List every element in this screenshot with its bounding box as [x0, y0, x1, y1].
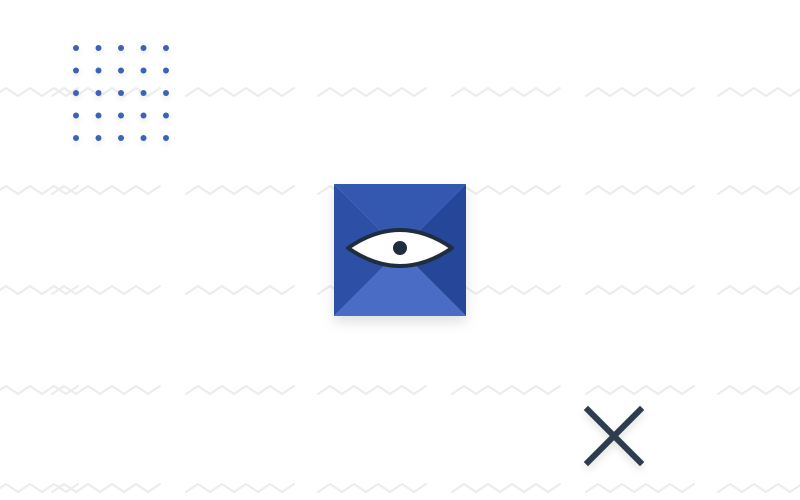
zigzag-stroke	[451, 185, 561, 195]
zigzag-stroke	[185, 185, 295, 195]
zigzag-stroke	[585, 185, 695, 195]
zigzag-stroke	[717, 285, 800, 295]
zigzag-stroke	[717, 87, 800, 97]
grid-dot	[118, 112, 124, 119]
grid-dot	[163, 135, 169, 141]
zigzag-stroke	[317, 87, 427, 97]
splash-canvas	[0, 0, 800, 500]
zigzag-stroke	[717, 385, 800, 395]
grid-dot	[140, 90, 147, 96]
zigzag-stroke	[717, 483, 800, 493]
grid-dot	[95, 90, 102, 96]
zigzag-stroke	[585, 483, 695, 493]
zigzag-stroke	[317, 385, 427, 395]
grid-dot	[140, 112, 147, 119]
zigzag-stroke	[451, 285, 561, 295]
grid-dot	[163, 45, 169, 51]
grid-dot	[73, 67, 79, 74]
grid-dot	[73, 112, 79, 119]
grid-dot	[95, 112, 102, 119]
zigzag-stroke	[585, 87, 695, 97]
zigzag-stroke	[717, 185, 800, 195]
zigzag-stroke	[451, 483, 561, 493]
grid-dot	[140, 67, 147, 74]
zigzag-stroke	[451, 87, 561, 97]
grid-dot	[95, 45, 102, 51]
grid-dot	[95, 67, 102, 74]
grid-dot	[73, 135, 79, 141]
zigzag-stroke	[317, 483, 427, 493]
grid-dot	[140, 45, 147, 51]
zigzag-stroke	[185, 87, 295, 97]
zigzag-stroke	[585, 385, 695, 395]
zigzag-stroke	[185, 285, 295, 295]
grid-dot	[118, 90, 124, 96]
grid-dot	[163, 112, 169, 119]
dot-grid-icon	[66, 38, 176, 148]
grid-dot	[118, 67, 124, 74]
grid-dot	[140, 135, 147, 141]
close-icon[interactable]	[578, 400, 650, 472]
grid-dot	[95, 135, 102, 141]
zigzag-stroke	[185, 385, 295, 395]
zigzag-stroke	[585, 285, 695, 295]
grid-dot	[73, 45, 79, 51]
grid-dot	[163, 90, 169, 96]
zigzag-stroke	[185, 483, 295, 493]
grid-dot	[118, 45, 124, 51]
grid-dot	[163, 67, 169, 74]
zigzag-stroke	[451, 385, 561, 395]
eye-pyramid-logo-icon	[334, 184, 466, 316]
grid-dot	[118, 135, 124, 141]
grid-dot	[73, 90, 79, 96]
